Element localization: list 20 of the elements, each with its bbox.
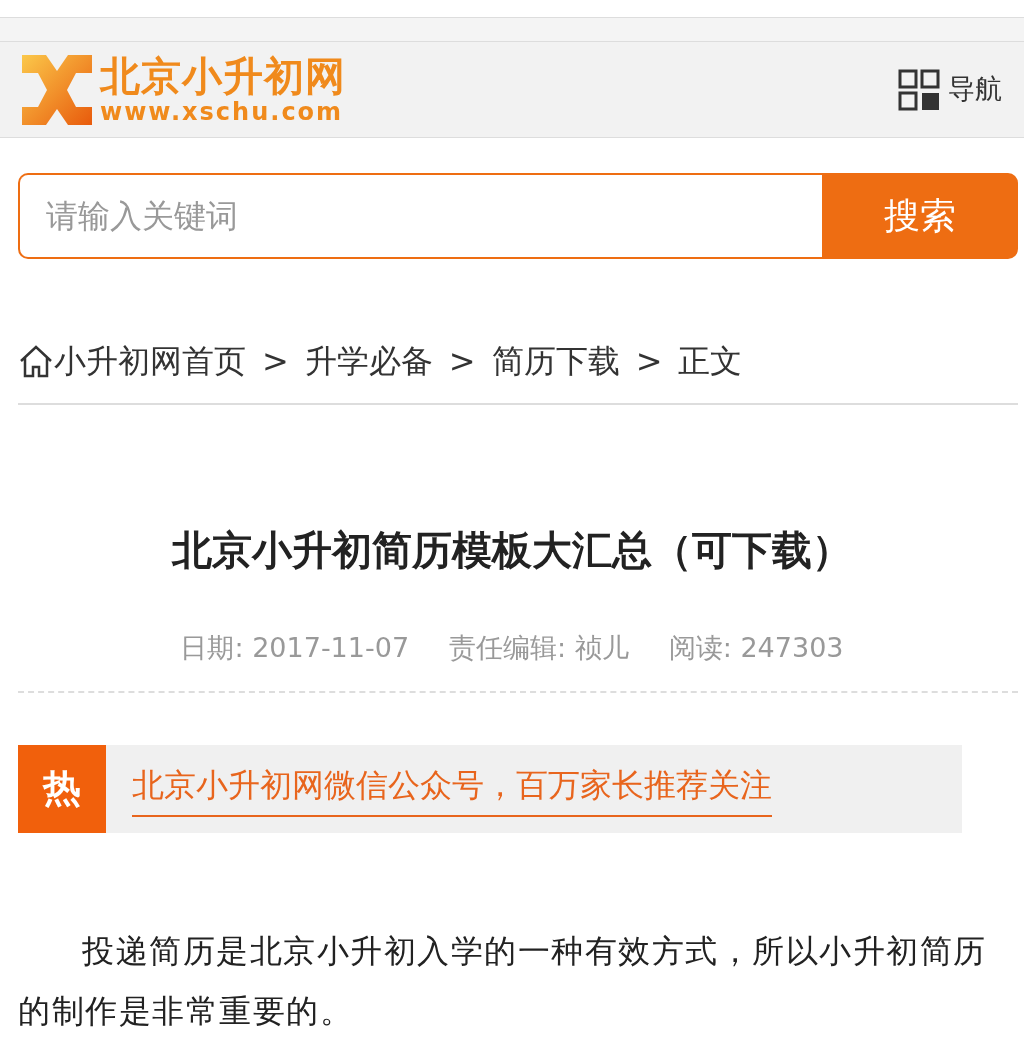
article-meta: 日期: 2017-11-07 [180, 631, 410, 665]
breadcrumb-link[interactable]: 升学必备 [304, 337, 433, 385]
article-meta: 责任编辑: 祯儿 [449, 631, 629, 665]
breadcrumb-link[interactable]: 正文 [678, 337, 743, 385]
breadcrumb-link[interactable]: 简历下载 [491, 337, 620, 385]
logo-url: www.xschu.com [100, 99, 345, 124]
article-title: 北京小升初简历模板大汇总（可下载） [170, 526, 853, 575]
search-field[interactable]: 请输入关键词 [18, 173, 822, 259]
breadcrumb-separator: > [635, 341, 663, 382]
logo-icon [22, 54, 92, 125]
grid-icon [898, 68, 940, 111]
logo-title: 北京小升初网 [100, 55, 346, 96]
home-icon [18, 343, 54, 379]
breadcrumb-separator: > [262, 341, 289, 382]
article-meta: 阅读: 247303 [668, 631, 844, 665]
breadcrumb-separator: > [448, 341, 476, 382]
breadcrumb-link[interactable]: 小升初网首页 [18, 337, 246, 385]
article-paragraph: 投递简历是北京小升初入学的一种有效方式，所以小升初简历的制作是非常重要的。 [18, 930, 988, 1032]
nav-button[interactable]: 导航 [898, 68, 1002, 111]
hot-tag: 热 [18, 744, 106, 833]
